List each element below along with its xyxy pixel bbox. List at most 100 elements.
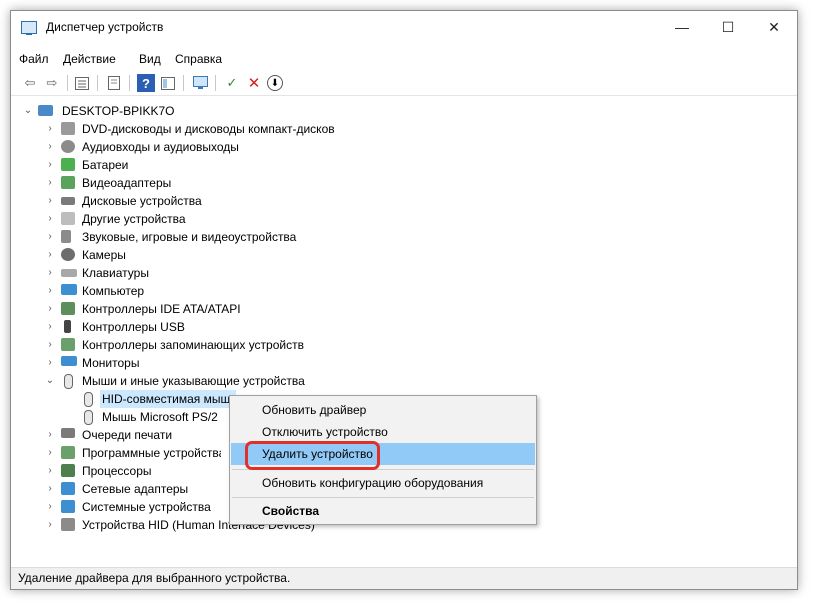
help-icon[interactable]: ? — [137, 74, 155, 92]
category-label: DVD-дисководы и дисководы компакт-дисков — [82, 122, 335, 136]
menu-item-update-driver[interactable]: Обновить драйвер — [231, 399, 535, 421]
tree-category-display[interactable]: › Видеоадаптеры — [11, 174, 411, 192]
category-label: Процессоры — [82, 464, 152, 478]
chevron-right-icon[interactable]: › — [45, 426, 55, 444]
tree-category-disks[interactable]: › Дисковые устройства — [11, 192, 411, 210]
chevron-right-icon[interactable]: › — [45, 462, 55, 480]
tree-category-other[interactable]: › Другие устройства — [11, 210, 411, 228]
tree-category-network[interactable]: › Сетевые адаптеры — [11, 480, 221, 498]
monitor-icon — [61, 356, 77, 366]
menu-help[interactable]: Справка — [175, 52, 222, 66]
usb-icon — [64, 320, 71, 333]
category-label: Звуковые, игровые и видеоустройства — [82, 230, 297, 244]
tree-device-hid-mouse[interactable]: HID-совместимая мышь — [11, 390, 251, 408]
menu-file[interactable]: Файл — [19, 52, 49, 66]
minimize-button[interactable]: — — [659, 11, 705, 43]
category-label: Клавиатуры — [82, 266, 149, 280]
chevron-right-icon[interactable]: › — [45, 192, 55, 210]
properties-panel-icon[interactable] — [73, 74, 91, 92]
tree-category-ide[interactable]: › Контроллеры IDE ATA/ATAPI — [11, 300, 411, 318]
window-title: Диспетчер устройств — [46, 20, 164, 34]
tree-category-monitors[interactable]: › Мониторы — [11, 354, 411, 372]
toolbar-separator — [67, 75, 68, 91]
uninstall-device-icon[interactable]: ✕ — [245, 74, 263, 92]
menu-item-properties[interactable]: Свойства — [231, 500, 535, 522]
sound-icon — [61, 230, 71, 243]
chevron-right-icon[interactable]: › — [45, 480, 55, 498]
tree-category-usb[interactable]: › Контроллеры USB — [11, 318, 411, 336]
tree-category-batteries[interactable]: › Батареи — [11, 156, 411, 174]
category-label: Мыши и иные указывающие устройства — [82, 374, 305, 388]
keyboard-icon — [61, 269, 77, 277]
chevron-right-icon[interactable]: › — [45, 210, 55, 228]
back-arrow-icon[interactable]: ⇦ — [21, 74, 39, 92]
chevron-right-icon[interactable]: › — [45, 138, 55, 156]
tree-category-audio-io[interactable]: › Аудиовходы и аудиовыходы — [11, 138, 411, 156]
chevron-right-icon[interactable]: › — [45, 336, 55, 354]
menu-action[interactable]: Действие — [63, 52, 116, 66]
highlight-callout — [245, 441, 380, 470]
hid-icon — [61, 518, 75, 531]
tree-category-mice[interactable]: ⌄ Мыши и иные указывающие устройства — [11, 372, 411, 390]
tree-root[interactable]: ⌄ DESKTOP-BPIKK7O — [11, 102, 411, 120]
chevron-right-icon[interactable]: › — [45, 264, 55, 282]
chevron-down-icon[interactable]: ⌄ — [23, 102, 33, 120]
update-driver-icon[interactable]: ✓ — [223, 74, 241, 92]
chevron-right-icon[interactable]: › — [45, 120, 55, 138]
chevron-right-icon[interactable]: › — [45, 498, 55, 516]
close-button[interactable]: ✕ — [751, 11, 797, 43]
chevron-down-icon[interactable]: ⌄ — [45, 372, 55, 390]
tree-category-print-queues[interactable]: › Очереди печати — [11, 426, 221, 444]
forward-arrow-icon[interactable]: ⇨ — [43, 74, 61, 92]
menu-item-scan-hardware[interactable]: Обновить конфигурацию оборудования — [231, 472, 535, 494]
mouse-icon — [64, 374, 73, 389]
maximize-button[interactable]: ☐ — [705, 11, 751, 43]
processor-icon — [61, 464, 75, 477]
chevron-right-icon[interactable]: › — [45, 174, 55, 192]
chevron-right-icon[interactable]: › — [45, 282, 55, 300]
status-bar: Удаление драйвера для выбранного устройс… — [11, 567, 797, 589]
toolbar-separator — [215, 75, 216, 91]
chevron-right-icon[interactable]: › — [45, 156, 55, 174]
menu-item-disable-device[interactable]: Отключить устройство — [231, 421, 535, 443]
tree-category-software[interactable]: › Программные устройства — [11, 444, 221, 462]
chevron-right-icon[interactable]: › — [45, 318, 55, 336]
tree-device-ps2-mouse[interactable]: Мышь Microsoft PS/2 — [11, 408, 251, 426]
menu-bar: Файл Действие Вид Справка — [11, 50, 797, 68]
chevron-right-icon[interactable]: › — [45, 300, 55, 318]
tree-category-cameras[interactable]: › Камеры — [11, 246, 411, 264]
tree-category-processors[interactable]: › Процессоры — [11, 462, 221, 480]
toolbar-separator — [183, 75, 184, 91]
monitor-scan-icon[interactable] — [191, 74, 209, 92]
chevron-right-icon[interactable]: › — [45, 354, 55, 372]
category-label: Мониторы — [82, 356, 140, 370]
tree-category-system[interactable]: › Системные устройства — [11, 498, 221, 516]
toolbar-separator — [129, 75, 130, 91]
tree-category-sound[interactable]: › Звуковые, игровые и видеоустройства — [11, 228, 411, 246]
tree-category-keyboards[interactable]: › Клавиатуры — [11, 264, 411, 282]
tree-category-storage[interactable]: › Контроллеры запоминающих устройств — [11, 336, 411, 354]
chevron-right-icon[interactable]: › — [45, 228, 55, 246]
category-label: Батареи — [82, 158, 129, 172]
panel-view-icon[interactable] — [159, 74, 177, 92]
category-label: Контроллеры запоминающих устройств — [82, 338, 304, 352]
chevron-right-icon[interactable]: › — [45, 516, 55, 534]
tree-category-dvd[interactable]: › DVD-дисководы и дисководы компакт-диск… — [11, 120, 411, 138]
system-device-icon — [61, 500, 75, 513]
tree-category-computer[interactable]: › Компьютер — [11, 282, 411, 300]
menu-view[interactable]: Вид — [139, 52, 161, 66]
category-label: Дисковые устройства — [82, 194, 202, 208]
category-label: Системные устройства — [82, 500, 211, 514]
chevron-right-icon[interactable]: › — [45, 444, 55, 462]
document-icon[interactable] — [105, 74, 123, 92]
device-label: Мышь Microsoft PS/2 — [102, 410, 218, 424]
chevron-right-icon[interactable]: › — [45, 246, 55, 264]
disk-drive-icon — [61, 197, 75, 205]
toolbar-separator — [97, 75, 98, 91]
device-manager-window: Диспетчер устройств — ☐ ✕ Файл Действие … — [10, 10, 798, 590]
unknown-device-icon — [61, 212, 75, 225]
download-circle-icon[interactable]: ⬇ — [267, 75, 283, 91]
mouse-icon — [84, 392, 93, 407]
category-label: Контроллеры IDE ATA/ATAPI — [82, 302, 241, 316]
category-label: Другие устройства — [82, 212, 186, 226]
